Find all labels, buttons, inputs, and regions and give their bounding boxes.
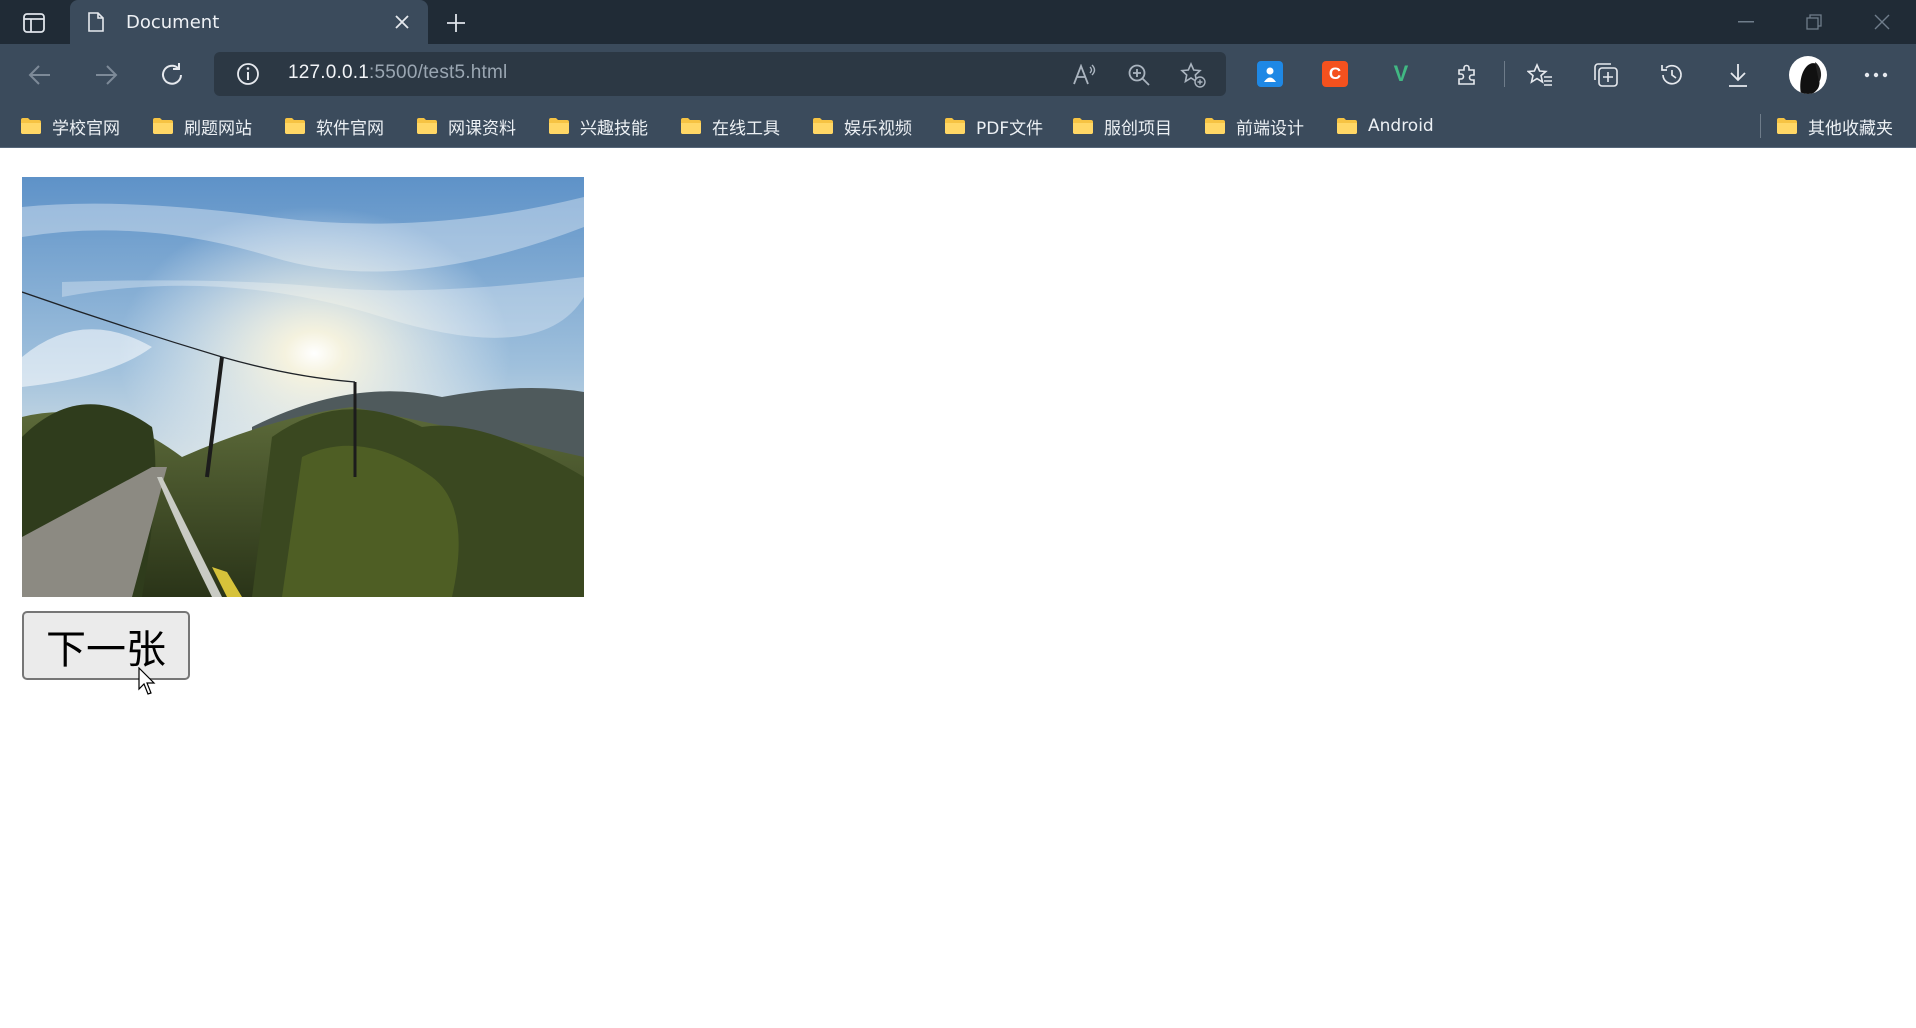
page-icon <box>88 11 106 33</box>
bookmark-label: 娱乐视频 <box>844 118 912 139</box>
bookmark-label: PDF文件 <box>976 118 1044 139</box>
tab-close-icon[interactable] <box>386 6 418 38</box>
bookmark-folder[interactable]: 学校官网 <box>20 110 120 142</box>
bookmark-folder[interactable]: 刷题网站 <box>152 110 252 142</box>
bookmark-label: 软件官网 <box>316 118 384 139</box>
folder-icon <box>813 118 833 134</box>
bookmark-folder[interactable]: 兴趣技能 <box>548 110 648 142</box>
bookmark-label: 兴趣技能 <box>580 118 648 139</box>
extensions-puzzle-icon[interactable] <box>1449 57 1485 93</box>
favorites-icon[interactable] <box>1522 57 1558 93</box>
read-aloud-icon[interactable] <box>1071 62 1097 88</box>
bookmark-folder[interactable]: 前端设计 <box>1204 110 1304 142</box>
folder-icon <box>1337 118 1357 134</box>
bookmark-label: 服创项目 <box>1104 118 1172 139</box>
next-image-button[interactable]: 下一张 <box>22 611 190 680</box>
mouse-cursor-icon <box>138 667 156 695</box>
bookmark-label: 前端设计 <box>1236 118 1304 139</box>
bookmark-folder[interactable]: PDF文件 <box>944 110 1043 142</box>
close-window-button[interactable] <box>1862 7 1902 37</box>
other-bookmarks-folder[interactable]: 其他收藏夹 <box>1776 110 1893 142</box>
profile-avatar[interactable] <box>1789 56 1827 94</box>
vue-devtools-icon[interactable]: V <box>1388 61 1414 87</box>
site-info-icon[interactable] <box>236 62 260 86</box>
folder-icon <box>1073 118 1093 134</box>
minimize-button[interactable] <box>1726 7 1766 37</box>
bookmark-folder[interactable]: Android <box>1336 110 1434 142</box>
collections-icon[interactable] <box>1588 57 1624 93</box>
folder-icon <box>417 118 437 134</box>
more-options-icon[interactable] <box>1858 57 1894 93</box>
bookmark-folder[interactable]: 网课资料 <box>416 110 516 142</box>
browser-window: Document 127.0.0.1:5500/test5.html C V 学… <box>0 0 1916 1028</box>
new-tab-button[interactable] <box>440 7 472 39</box>
bookmark-label: Android <box>1368 116 1434 136</box>
folder-icon <box>153 118 173 134</box>
downloads-icon[interactable] <box>1720 57 1756 93</box>
toolbar-separator <box>1504 61 1505 87</box>
history-icon[interactable] <box>1654 57 1690 93</box>
address-bar[interactable]: 127.0.0.1:5500/test5.html <box>214 52 1226 96</box>
bookmark-label: 网课资料 <box>448 118 516 139</box>
bookmark-folder[interactable]: 服创项目 <box>1072 110 1172 142</box>
back-icon[interactable] <box>22 57 58 93</box>
folder-icon <box>681 118 701 134</box>
folder-icon <box>285 118 305 134</box>
folder-icon <box>21 118 41 134</box>
vue-extension-letter: V <box>1393 61 1409 86</box>
bookmark-folder[interactable]: 在线工具 <box>680 110 780 142</box>
folder-icon <box>1205 118 1225 134</box>
zoom-icon[interactable] <box>1126 62 1152 88</box>
forward-icon[interactable] <box>88 57 124 93</box>
url-host: 127.0.0.1 <box>288 62 370 83</box>
bookmark-label: 学校官网 <box>52 118 120 139</box>
bookmark-folder[interactable]: 软件官网 <box>284 110 384 142</box>
tab-actions-icon[interactable] <box>18 10 50 36</box>
restore-button[interactable] <box>1794 7 1834 37</box>
bookmark-folder[interactable]: 娱乐视频 <box>812 110 912 142</box>
url-text[interactable]: 127.0.0.1:5500/test5.html <box>288 62 507 84</box>
bookmarks-bar: 学校官网 刷题网站 软件官网 网课资料 兴趣技能 在线工具 娱乐视频 PDF文件… <box>0 104 1916 148</box>
page-content: 下一张 <box>0 149 1916 1028</box>
landscape-photo <box>22 177 584 597</box>
refresh-icon[interactable] <box>154 57 190 93</box>
translate-extension-icon[interactable] <box>1257 61 1283 87</box>
bookmark-label: 刷题网站 <box>184 118 252 139</box>
navigation-toolbar: 127.0.0.1:5500/test5.html C V <box>0 44 1916 104</box>
other-bookmarks-label: 其他收藏夹 <box>1808 118 1893 139</box>
bookmark-label: 在线工具 <box>712 118 780 139</box>
tab-strip: Document <box>0 0 1916 44</box>
url-path: :5500/test5.html <box>369 62 508 83</box>
c-extension-icon[interactable]: C <box>1322 61 1348 87</box>
tab-title: Document <box>126 11 220 33</box>
c-extension-letter: C <box>1328 64 1342 83</box>
folder-icon <box>945 118 965 134</box>
tab-document[interactable]: Document <box>70 0 428 44</box>
folder-icon <box>1777 118 1797 134</box>
folder-icon <box>549 118 569 134</box>
add-favorite-icon[interactable] <box>1180 62 1206 88</box>
bookmarks-separator <box>1760 114 1761 138</box>
